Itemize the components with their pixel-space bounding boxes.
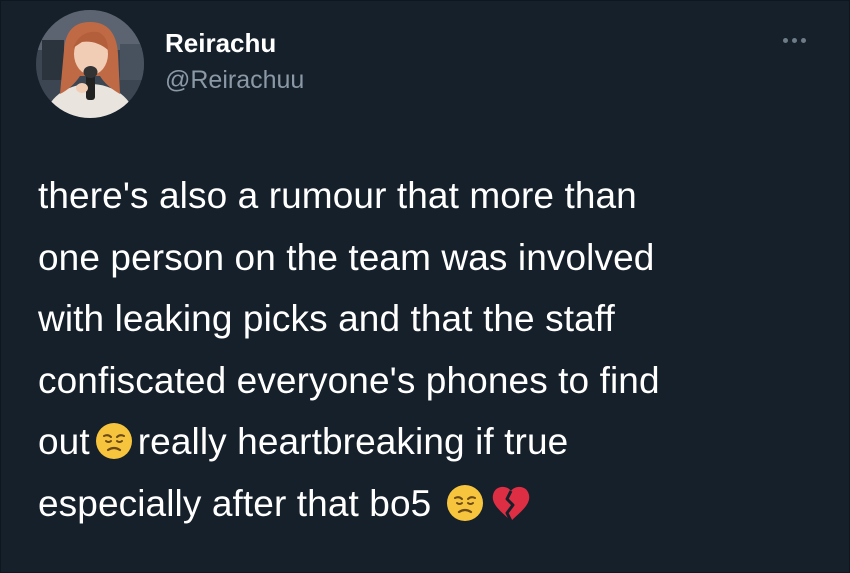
- tweet-text-line: one person on the team was involved: [38, 236, 655, 278]
- tweet-text-line: confiscated everyone's phones to find: [38, 359, 660, 401]
- tweet-text-segment: really heartbreaking if true: [137, 421, 569, 462]
- tweet-text-segment: especially after that bo5: [38, 482, 432, 524]
- display-name[interactable]: Reirachu: [165, 27, 276, 59]
- user-handle[interactable]: @Reirachuu: [165, 64, 304, 96]
- tweet-card: Reirachu @Reirachuu there's also a rumou…: [0, 0, 850, 573]
- disappointed-face-emoji: [445, 483, 485, 523]
- disappointed-face-emoji: [94, 421, 134, 461]
- more-options-button[interactable]: [776, 28, 812, 52]
- tweet-text-line: with leaking picks and that the staff: [38, 298, 615, 339]
- tweet-text-line: there's also a rumour that more than: [38, 175, 637, 216]
- more-horizontal-icon-dot: [791, 37, 797, 43]
- avatar[interactable]: [36, 10, 144, 118]
- more-horizontal-icon-dot: [800, 37, 806, 43]
- tweet-text-line: especially after that bo5: [38, 473, 828, 535]
- tweet-text: there's also a rumour that more than one…: [38, 165, 828, 534]
- more-horizontal-icon: [782, 37, 788, 43]
- avatar-image: [36, 10, 144, 118]
- tweet-text-segment: out: [38, 421, 90, 462]
- broken-heart-emoji: [489, 483, 533, 523]
- tweet-text-line: out really heartbreaking if true: [38, 411, 828, 473]
